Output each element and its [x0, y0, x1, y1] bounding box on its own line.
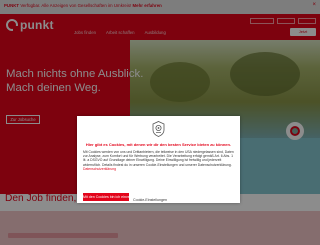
cookie-settings-button[interactable]: Cookie-Einstellungen: [133, 188, 167, 206]
punkt-shield-logo-icon: [152, 121, 165, 137]
cookie-settings-label: Cookie-Einstellungen: [133, 198, 167, 202]
cookie-body-text: Mit Cookies werden von uns und Drittanbi…: [83, 150, 234, 167]
cookie-dialog: Hier gibt es Cookies, mit denen wir dir …: [77, 116, 240, 203]
cookie-title: Hier gibt es Cookies, mit denen wir dir …: [85, 142, 232, 147]
privacy-policy-link[interactable]: Datenschutzerklärung: [83, 167, 116, 171]
cookie-actions: Mit den Cookies bin ich einverstanden Co…: [83, 188, 167, 206]
accept-cookies-label: Mit den Cookies bin ich einverstanden: [83, 195, 144, 199]
cookie-body: Mit Cookies werden von uns und Drittanbi…: [83, 150, 234, 171]
accept-cookies-button[interactable]: Mit den Cookies bin ich einverstanden: [83, 193, 144, 201]
